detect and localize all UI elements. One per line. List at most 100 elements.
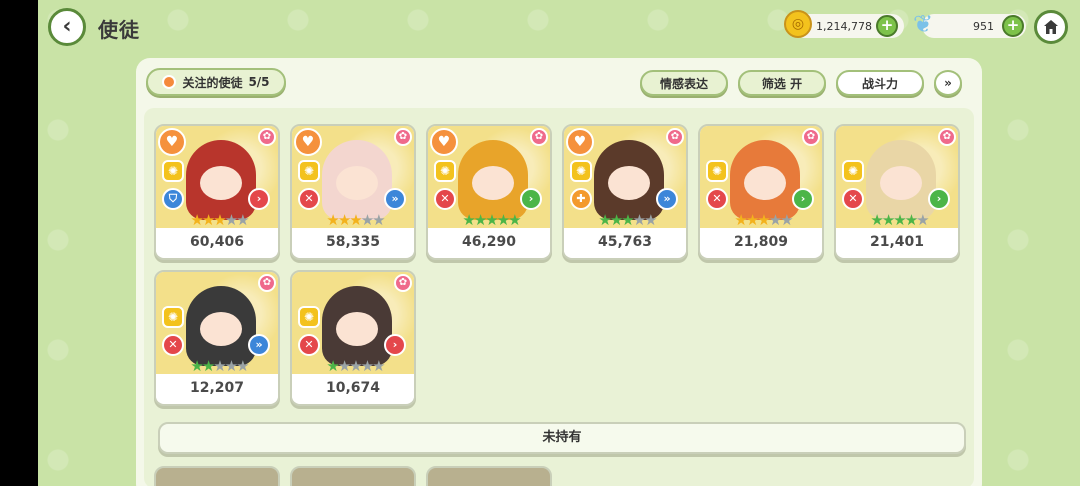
star-icon: ★ — [508, 211, 522, 229]
star-icon: ★ — [757, 211, 771, 229]
star-icon: ★ — [870, 211, 884, 229]
role-icon: ✕ — [162, 334, 184, 356]
sun-element-icon: ✺ — [162, 160, 184, 182]
apostle-card[interactable]: ♥ ✿ ✺ ✕» ★★★★★ 58,335 — [290, 124, 416, 260]
star-icon: ★ — [236, 211, 250, 229]
coin-icon: ◎ — [784, 10, 812, 38]
star-rating: ★★★★★ — [582, 212, 672, 228]
gem-amount: 951 — [973, 19, 994, 33]
sun-element-icon: ✺ — [706, 160, 728, 182]
star-icon: ★ — [213, 357, 227, 375]
star-icon: ★ — [201, 357, 216, 375]
combat-power-sort-button[interactable]: 战斗力 — [836, 70, 924, 96]
double-chevron-down-icon: » — [944, 76, 952, 90]
apostle-card[interactable]: ✿ ✺ ✕ › ★★★★★ 10,674 — [290, 270, 416, 406]
character-face — [336, 166, 378, 200]
character-face — [200, 166, 242, 200]
combat-power-value: 58,335 — [292, 228, 414, 256]
star-icon: ★ — [881, 211, 896, 229]
flower-icon: ✿ — [666, 128, 684, 146]
star-icon: ★ — [621, 211, 635, 229]
star-icon: ★ — [768, 211, 783, 229]
favorite-apostles-filter[interactable]: 关注的使徒 5/5 — [146, 68, 286, 96]
apostle-portrait: ✿ ✺ ✕ › ★★★★★ — [836, 126, 958, 230]
home-icon — [1044, 20, 1058, 34]
apostle-card[interactable]: ♥ ✿ ✺ ⛉ › ★★★★★ 60,406 — [154, 124, 280, 260]
sun-element-icon: ✺ — [298, 160, 320, 182]
filter-label: 筛选 开 — [761, 76, 803, 91]
apostle-grid: ♥ ✿ ✺ ⛉ › ★★★★★ 60,406 ♥ ✿ ✺ ✕» ★★★★★ 58,335 ♥ ✿ ✺ ✕ › ★★★… — [144, 108, 974, 486]
chevron-left-icon: ‹ — [62, 14, 72, 39]
character-face — [200, 312, 242, 346]
flower-icon: ✿ — [394, 128, 412, 146]
star-icon: ★ — [213, 211, 227, 229]
star-icon: ★ — [780, 211, 794, 229]
star-icon: ★ — [485, 211, 499, 229]
star-rating: ★★★★★ — [174, 212, 264, 228]
star-rating: ★★★★★ — [310, 358, 400, 374]
combat-power-value: 10,674 — [292, 374, 414, 402]
unowned-card[interactable] — [426, 466, 552, 486]
star-icon: ★ — [190, 357, 204, 375]
filter-button[interactable]: 筛选 开 — [738, 70, 826, 96]
favorite-heart-icon[interactable]: ♥ — [566, 128, 594, 156]
star-icon: ★ — [473, 211, 488, 229]
combat-power-value: 46,290 — [428, 228, 550, 256]
butterfly-gem-icon: ❦ — [912, 10, 934, 38]
star-icon: ★ — [360, 357, 375, 375]
attack-type-icon: » — [656, 188, 678, 210]
role-icon: ✕ — [434, 188, 456, 210]
apostle-card[interactable]: ♥ ✿ ✺ ✕ › ★★★★★ 46,290 — [426, 124, 552, 260]
star-rating: ★★★★★ — [310, 212, 400, 228]
sun-element-icon: ✺ — [842, 160, 864, 182]
apostle-portrait: ✿ ✺ ✕ › ★★★★★ — [292, 272, 414, 376]
apostle-card[interactable]: ♥ ✿ ✺ ✚» ★★★★★ 45,763 — [562, 124, 688, 260]
star-icon: ★ — [462, 211, 476, 229]
apostle-card[interactable]: ✿ ✺ ✕ › ★★★★★ 21,401 — [834, 124, 960, 260]
star-icon: ★ — [496, 211, 511, 229]
emotion-label: 情感表达 — [659, 76, 708, 91]
star-icon: ★ — [609, 211, 624, 229]
unowned-card[interactable] — [290, 466, 416, 486]
role-icon: ⛉ — [162, 188, 184, 210]
favorite-heart-icon[interactable]: ♥ — [158, 128, 186, 156]
apostle-panel: 关注的使徒 5/5 情感表达 筛选 开 战斗力 » ♥ ✿ ✺ ⛉ › ★★★★★ 60,4… — [136, 58, 982, 486]
star-rating: ★★★★★ — [718, 212, 808, 228]
home-button[interactable] — [1034, 10, 1068, 44]
star-icon: ★ — [904, 211, 919, 229]
apostle-portrait: ♥ ✿ ✺ ✕» ★★★★★ — [292, 126, 414, 230]
favorite-heart-icon[interactable]: ♥ — [294, 128, 322, 156]
combat-power-value: 45,763 — [564, 228, 686, 256]
coin-amount: 1,214,778 — [816, 19, 872, 33]
attack-type-icon: » — [384, 188, 406, 210]
star-icon: ★ — [190, 211, 204, 229]
add-coins-button[interactable]: + — [876, 15, 898, 37]
star-rating: ★★★★★ — [446, 212, 536, 228]
apostle-card[interactable]: ✿ ✺ ✕ › ★★★★★ 21,809 — [698, 124, 824, 260]
screen: ‹ 使徒 1,214,778 ◎ + 951 ❦ + 关注的使徒 5/5 情感表… — [38, 0, 1080, 486]
apostle-portrait: ♥ ✿ ✺ ⛉ › ★★★★★ — [156, 126, 278, 230]
flower-icon: ✿ — [802, 128, 820, 146]
power-label: 战斗力 — [861, 76, 898, 91]
sort-order-toggle[interactable]: » — [934, 70, 962, 96]
favorite-heart-icon[interactable]: ♥ — [430, 128, 458, 156]
back-button[interactable]: ‹ — [48, 8, 86, 46]
sun-element-icon: ✺ — [434, 160, 456, 182]
star-icon: ★ — [745, 211, 760, 229]
add-gems-button[interactable]: + — [1002, 15, 1024, 37]
unowned-card[interactable] — [154, 466, 280, 486]
star-icon: ★ — [224, 211, 239, 229]
star-rating: ★★★★★ — [174, 358, 264, 374]
star-rating: ★★★★★ — [854, 212, 944, 228]
sun-element-icon: ✺ — [162, 306, 184, 328]
attack-type-icon: › — [928, 188, 950, 210]
combat-power-value: 12,207 — [156, 374, 278, 402]
apostle-card[interactable]: ✿ ✺ ✕» ★★★★★ 12,207 — [154, 270, 280, 406]
star-icon: ★ — [632, 211, 647, 229]
apostle-portrait: ♥ ✿ ✺ ✕ › ★★★★★ — [428, 126, 550, 230]
emotion-expression-button[interactable]: 情感表达 — [640, 70, 728, 96]
star-icon: ★ — [734, 211, 748, 229]
attack-type-icon: › — [384, 334, 406, 356]
favorite-label: 关注的使徒 — [182, 75, 243, 90]
not-owned-section-header[interactable]: 未持有 — [158, 422, 966, 454]
